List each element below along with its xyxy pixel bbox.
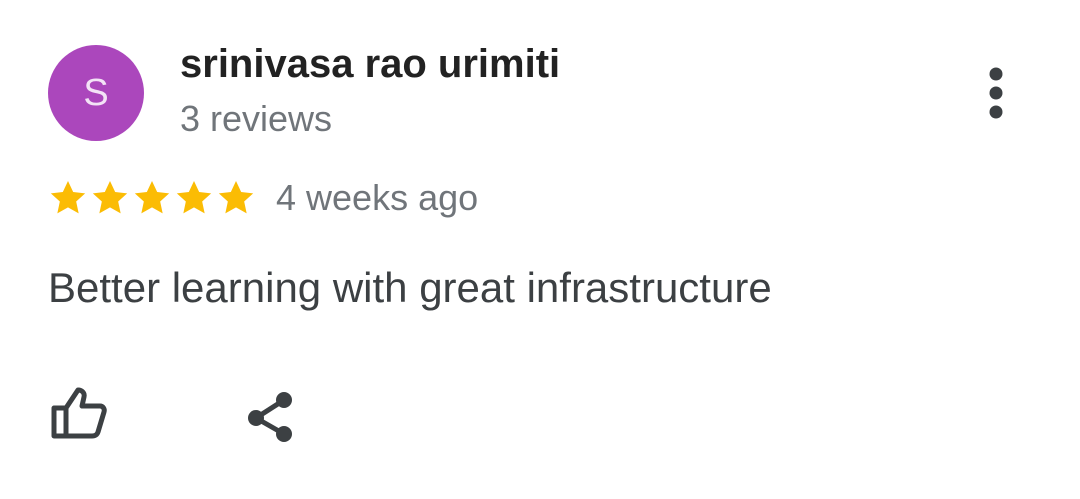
more-options-button[interactable] xyxy=(976,64,1016,124)
star-icon xyxy=(90,178,130,218)
star-rating xyxy=(48,178,256,218)
review-text: Better learning with great infrastructur… xyxy=(48,264,772,311)
star-icon xyxy=(174,178,214,218)
share-button[interactable] xyxy=(240,388,300,448)
like-button[interactable] xyxy=(46,386,110,442)
avatar-letter: S xyxy=(83,71,109,114)
star-icon xyxy=(132,178,172,218)
thumb-up-icon xyxy=(51,387,107,439)
reviewer-name[interactable]: srinivasa rao urimiti xyxy=(180,42,560,87)
share-icon xyxy=(248,392,292,442)
star-icon xyxy=(216,178,256,218)
more-vert-icon xyxy=(989,67,1003,119)
review-date: 4 weeks ago xyxy=(276,177,479,218)
star-icon xyxy=(48,178,88,218)
review-count: 3 reviews xyxy=(180,98,333,139)
avatar[interactable]: S xyxy=(48,45,144,141)
